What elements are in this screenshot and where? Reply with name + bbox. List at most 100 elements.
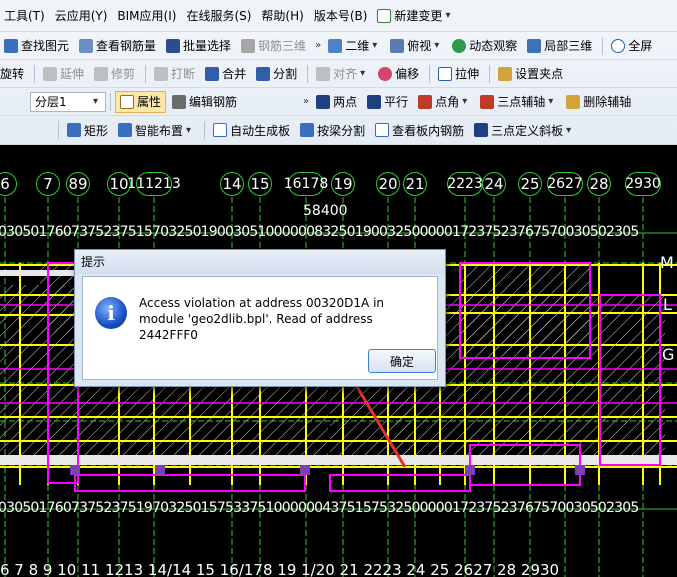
axis-bubble: 20 [376,172,400,196]
view-slab-rebar-label: 查看板内钢筋 [392,123,465,138]
axis-bubble: 7 [36,172,60,196]
align-icon [316,66,331,81]
menu-cloud[interactable]: 云应用(Y) [51,5,112,27]
split-by-beam-button[interactable]: 按梁分割 [296,119,369,141]
view-rebar-qty-label: 查看钢筋量 [96,39,157,53]
point-angle-button[interactable]: 点角 ▾ [414,91,474,113]
menu-tools[interactable]: 工具(T) [0,5,49,27]
three-point-axis-label: 三点辅轴 [497,95,546,109]
bottom-dimension-row: 0305017607375237519703250157533751000000… [0,500,639,516]
stretch-icon [438,66,453,81]
break-icon [154,66,169,81]
three-point-axis-button[interactable]: 三点辅轴 ▾ [476,91,560,113]
view-rebar-qty-button[interactable]: 查看钢筋量 [75,35,160,57]
axis-bubble: 111213 [127,172,181,196]
full-screen-button[interactable]: 全屏 [607,35,656,57]
ok-button[interactable]: 确定 [368,349,436,373]
menu-bim[interactable]: BIM应用(I) [113,5,180,27]
dialog-message: Access violation at address 00320D1A in … [139,296,385,342]
top-dimension-row: 0305017607375237515703250190030510000008… [0,224,639,240]
point-angle-label: 点角 [435,95,460,109]
parallel-button[interactable]: 平行 [363,91,412,113]
overflow-chevron-icon[interactable]: » [303,96,309,107]
menu-bar: 工具(T) 云应用(Y) BIM应用(I) 在线服务(S) 帮助(H) 版本号(… [0,0,677,32]
two-points-button[interactable]: 两点 [312,91,361,113]
axis-bubble: 16178 [284,172,328,196]
break-button[interactable]: 打断 [150,63,199,85]
overflow-chevron-icon[interactable]: » [315,40,321,51]
floor-combo[interactable]: 分层1 ▾ [30,91,106,112]
chevron-down-icon: ▾ [566,124,572,136]
delete-axis-button[interactable]: 删除辅轴 [562,91,635,113]
two-points-icon [316,94,331,109]
local-3d-button[interactable]: 局部三维 [523,35,596,57]
view-slab-icon [375,123,390,137]
local-3d-icon [527,38,542,53]
axis-bubble: 25 [518,172,542,196]
toolbar-separator [110,92,111,111]
dynamic-observe-button[interactable]: 动态观察 [448,35,521,57]
toolbar-area: 工具(T) 云应用(Y) BIM应用(I) 在线服务(S) 帮助(H) 版本号(… [0,0,677,145]
wall-outline [329,474,471,492]
toolbar-row-view: 查找图元 查看钢筋量 批量选择 钢筋三维 » 二维 ▾ 俯视 ▾ 动态观察 局部三维… [0,32,677,60]
square-icon [328,38,343,53]
stretch-label: 拉伸 [455,67,480,81]
rectangle-icon [67,123,81,137]
chevron-down-icon: ▾ [445,10,451,21]
orbit-icon [452,38,467,53]
auto-gen-slab-button[interactable]: 自动生成板 [209,119,294,141]
extend-button[interactable]: 延伸 [39,63,88,85]
offset-button[interactable]: 偏移 [374,63,423,85]
axis-bubble: 89 [66,172,90,196]
wall-band [0,455,677,465]
document-icon [377,8,392,23]
toolbar-row-properties: 分层1 ▾ 属性 编辑钢筋 » 两点 平行 点角 ▾ 三点辅轴 ▾ 删除辅轴 [0,88,677,116]
set-clamp-point-button[interactable]: 设置夹点 [494,63,567,85]
slope-icon [474,123,489,137]
auto-gen-slab-label: 自动生成板 [230,123,291,138]
slab-hatch [460,263,590,353]
stretch-button[interactable]: 拉伸 [434,63,483,85]
menu-help[interactable]: 帮助(H) [257,5,307,27]
column-block [465,465,475,475]
info-icon: i [95,297,127,329]
parallel-label: 平行 [384,95,409,109]
menu-version[interactable]: 版本号(B) [310,5,372,27]
view-slab-rebar-button[interactable]: 查看板内钢筋 [371,119,468,141]
align-button[interactable]: 对齐 ▾ [312,63,372,85]
edit-rebar-button[interactable]: 编辑钢筋 [168,91,241,113]
view-2d-button[interactable]: 二维 ▾ [324,35,384,57]
split-label: 分割 [273,67,298,81]
smart-layout-button[interactable]: 智能布置 ▾ [114,119,198,141]
batch-select-button[interactable]: 批量选择 [162,35,235,57]
axis-bubble: 2930 [625,172,661,196]
trim-button[interactable]: 修剪 [90,63,139,85]
toolbar-separator [429,64,431,83]
new-change-button[interactable]: 新建变更 ▾ [373,5,457,27]
extend-label: 延伸 [60,67,85,81]
parallel-icon [367,94,382,109]
find-element-button[interactable]: 查找图元 [0,35,73,57]
chevron-down-icon: ▾ [186,124,192,136]
new-change-label: 新建变更 [394,9,443,23]
rotate-button[interactable]: 旋转 [0,63,28,85]
rebar-3d-button[interactable]: 钢筋三维 [237,35,310,57]
split-button[interactable]: 分割 [252,63,301,85]
rebar-3d-icon [241,38,256,53]
bird-view-button[interactable]: 俯视 ▾ [386,35,446,57]
align-label: 对齐 [333,67,358,81]
properties-button[interactable]: 属性 [115,90,167,113]
axis-bubble: 21 [403,172,427,196]
rectangle-button[interactable]: 矩形 [63,119,112,141]
three-point-slope-button[interactable]: 三点定义斜板 ▾ [470,119,578,141]
split-icon [256,66,271,81]
split-beam-icon [300,123,315,137]
toolbar-separator [204,121,206,139]
toolbar-separator [145,64,147,83]
point-angle-icon [418,94,433,109]
merge-button[interactable]: 合并 [201,63,250,85]
toolbar-separator [34,64,36,83]
eraser-icon [566,94,581,109]
extend-icon [43,66,58,81]
menu-online-service[interactable]: 在线服务(S) [182,5,255,27]
